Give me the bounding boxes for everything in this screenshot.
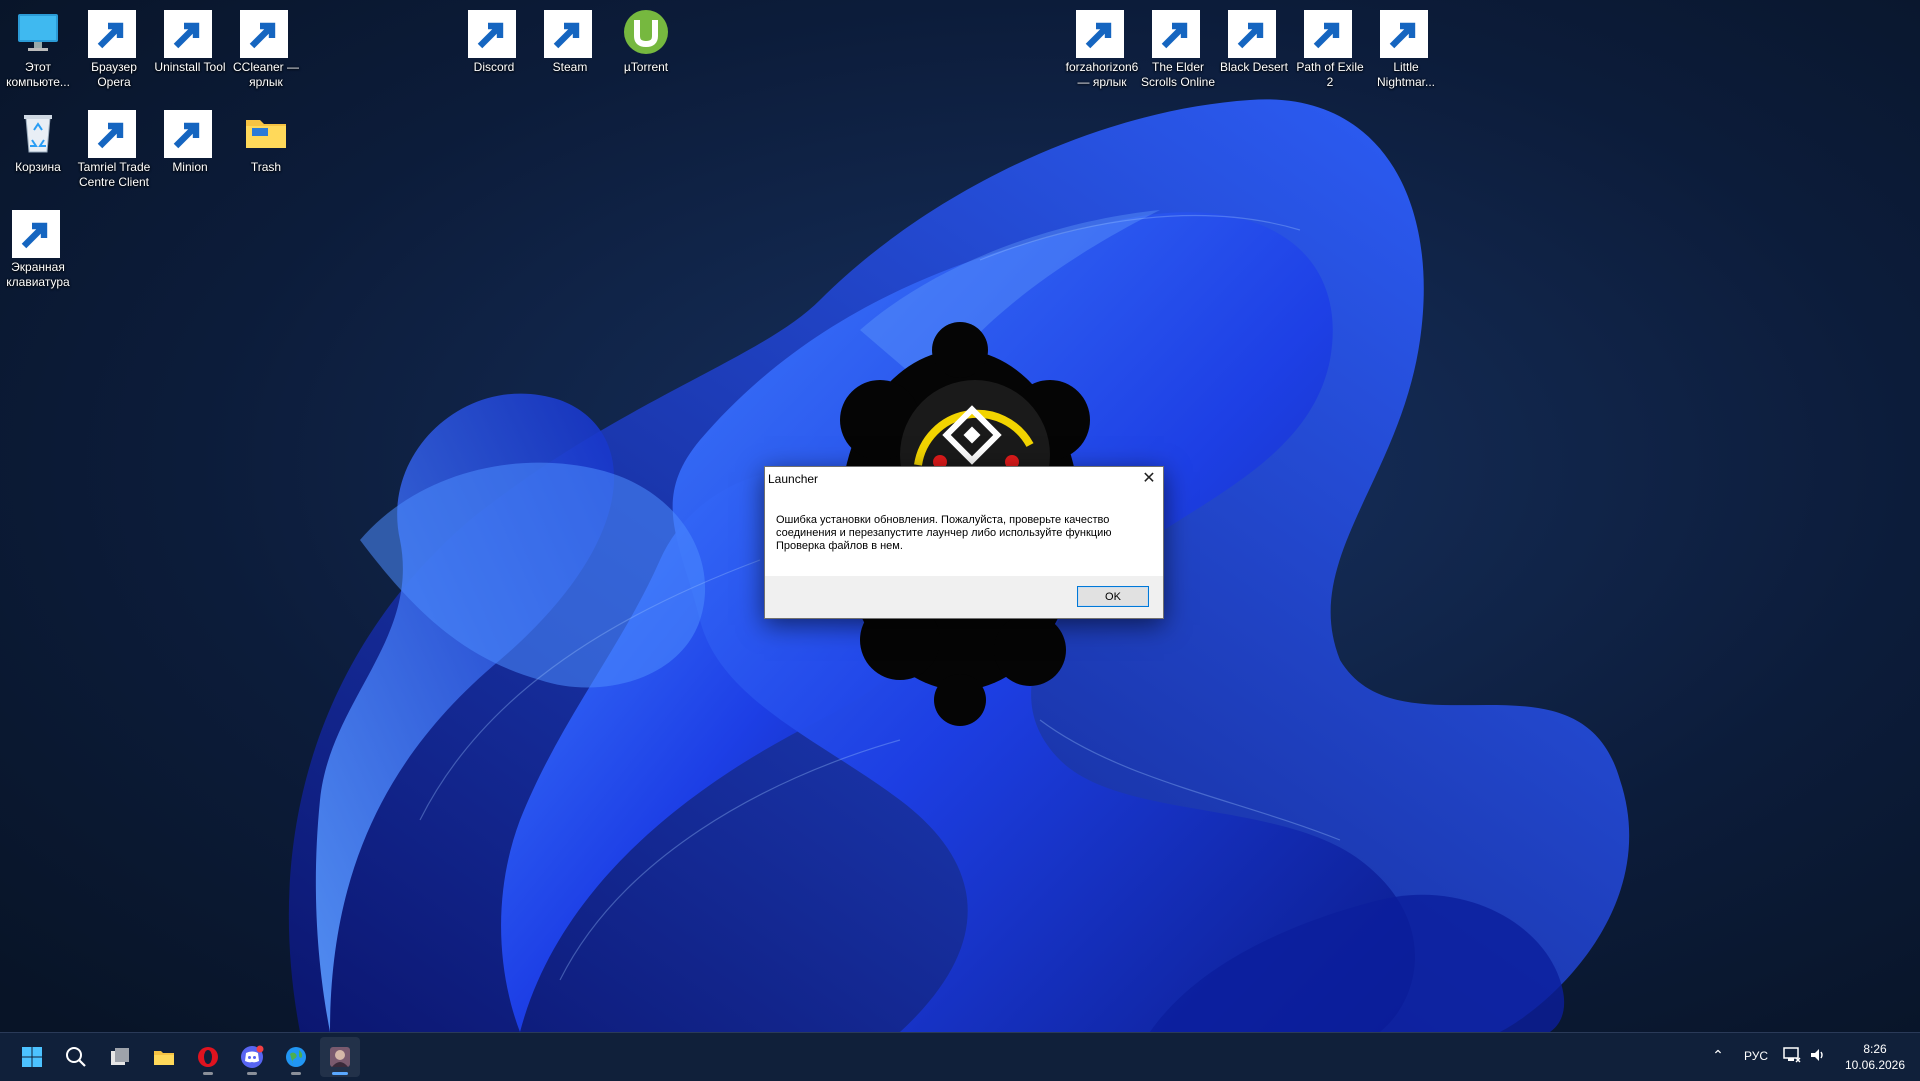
desktop-icon-label: Path of Exile 2 <box>1296 60 1364 89</box>
opera-icon <box>198 1047 218 1067</box>
clock-date: 10.06.2026 <box>1844 1058 1906 1072</box>
taskbar-task-view-button[interactable] <box>100 1037 140 1077</box>
taskbar-file-explorer[interactable] <box>144 1037 184 1077</box>
clock-time: 8:26 <box>1863 1042 1887 1056</box>
file-explorer-icon <box>154 1051 174 1065</box>
shortcut-arrow-icon <box>544 10 592 58</box>
desktop-icon-this-pc[interactable]: Этот компьюте... <box>0 0 76 90</box>
dialog-message: Ошибка установки обновления. Пожалуйста,… <box>776 514 1112 552</box>
desktop-icon-label: Этот компьюте... <box>6 60 70 89</box>
desktop-icon-minion[interactable]: Minion <box>152 100 228 175</box>
active-indicator <box>332 1072 348 1075</box>
desktop-icon-forza[interactable]: forzahorizon6 — ярлык <box>1064 0 1140 90</box>
desktop-icon-label: forzahorizon6 — ярлык <box>1065 60 1139 89</box>
running-indicator <box>291 1072 301 1075</box>
taskbar-clock[interactable]: 8:26 10.06.2026 <box>1838 1041 1912 1073</box>
running-indicator <box>247 1072 257 1075</box>
network-icon[interactable] <box>1782 1045 1802 1065</box>
dialog-footer: OK <box>765 576 1163 618</box>
desktop-icon-tamriel-trade[interactable]: Tamriel Trade Centre Client <box>76 100 152 190</box>
desktop-icon-recycle-bin[interactable]: Корзина <box>0 100 76 175</box>
desktop-icon-label: Браузер Opera <box>91 60 137 89</box>
taskbar-discord[interactable] <box>232 1037 272 1077</box>
desktop-icon-label: The Elder Scrolls Online <box>1140 60 1216 89</box>
desktop-icon-ccleaner[interactable]: CCleaner — ярлык <box>228 0 304 90</box>
running-indicator <box>203 1072 213 1075</box>
globe-icon <box>286 1047 306 1067</box>
desktop-icon-label: Black Desert <box>1219 60 1289 74</box>
desktop-icon-label: Discord <box>473 60 515 74</box>
shortcut-arrow-icon <box>164 110 212 158</box>
shortcut-arrow-icon <box>164 10 212 58</box>
taskbar-start-button[interactable] <box>12 1037 52 1077</box>
dialog-titlebar[interactable]: Launcher ✕ <box>765 467 1163 491</box>
search-icon <box>66 1047 86 1067</box>
desktop-icon-steam[interactable]: Steam <box>532 0 608 75</box>
shortcut-arrow-icon <box>240 10 288 58</box>
desktop-icon-poe2[interactable]: PoE Path of Exile 2 <box>1292 0 1368 90</box>
desktop-icon-label: CCleaner — ярлык <box>232 60 300 89</box>
taskbar-search-button[interactable] <box>56 1037 96 1077</box>
desktop-icon-label: Little Nightmar... <box>1376 60 1436 89</box>
shortcut-arrow-icon <box>468 10 516 58</box>
desktop-icon-label: µTorrent <box>623 60 669 74</box>
desktop-icon-label: Экранная клавиатура <box>6 260 70 289</box>
desktop-icon-label: Корзина <box>15 160 61 174</box>
shortcut-arrow-icon <box>1380 10 1428 58</box>
desktop-icon-uninstall-tool[interactable]: Uninstall Tool <box>152 0 228 75</box>
desktop-icon-eso[interactable]: The Elder Scrolls Online <box>1140 0 1216 90</box>
language-indicator[interactable]: РУС <box>1744 1049 1768 1063</box>
volume-icon[interactable] <box>1808 1045 1828 1065</box>
shortcut-arrow-icon <box>1228 10 1276 58</box>
desktop-icon-on-screen-keyboard[interactable]: Экранная клавиатура <box>0 200 76 290</box>
desktop-icon-discord[interactable]: Discord <box>456 0 532 75</box>
taskbar: ⌃ РУС 8:26 10.06.2026 <box>0 1032 1920 1081</box>
desktop-icon-black-desert[interactable]: Black Desert <box>1216 0 1292 75</box>
desktop-icon-label: Minion <box>172 160 208 174</box>
desktop-icon-label: Trash <box>250 160 282 174</box>
launcher-app-icon <box>330 1047 350 1067</box>
windows-start-icon <box>22 1047 42 1067</box>
shortcut-arrow-icon <box>88 10 136 58</box>
discord-icon <box>241 1045 264 1068</box>
tray-overflow-chevron-icon[interactable]: ⌃ <box>1706 1043 1730 1067</box>
desktop-icon-little-nightmares[interactable]: Little Nightmar... <box>1368 0 1444 90</box>
task-view-icon <box>111 1048 129 1065</box>
utorrent-icon <box>624 10 668 54</box>
taskbar-opera[interactable] <box>188 1037 228 1077</box>
desktop-icon-utorrent[interactable]: µTorrent <box>608 0 684 75</box>
folder-icon <box>246 120 286 148</box>
launcher-error-dialog: Launcher ✕ Ошибка установки обновления. … <box>764 466 1164 619</box>
shortcut-arrow-icon <box>1076 10 1124 58</box>
desktop-icon-label: Tamriel Trade Centre Client <box>77 160 151 189</box>
recycle-bin-icon <box>24 115 52 153</box>
ok-button[interactable]: OK <box>1077 586 1149 607</box>
desktop-icon-opera[interactable]: Браузер Opera <box>76 0 152 90</box>
desktop-icon-label: Uninstall Tool <box>154 60 226 74</box>
monitor-icon <box>18 14 58 51</box>
desktop-icon-trash[interactable]: Trash <box>228 100 304 175</box>
taskbar-browser[interactable] <box>276 1037 316 1077</box>
taskbar-launcher[interactable] <box>320 1037 360 1077</box>
shortcut-arrow-icon <box>1152 10 1200 58</box>
close-icon[interactable]: ✕ <box>1135 467 1163 491</box>
desktop-icon-label: Steam <box>552 60 588 74</box>
shortcut-arrow-icon <box>12 210 60 258</box>
shortcut-arrow-icon <box>1304 10 1352 58</box>
dialog-title: Launcher <box>768 472 819 486</box>
shortcut-arrow-icon <box>88 110 136 158</box>
